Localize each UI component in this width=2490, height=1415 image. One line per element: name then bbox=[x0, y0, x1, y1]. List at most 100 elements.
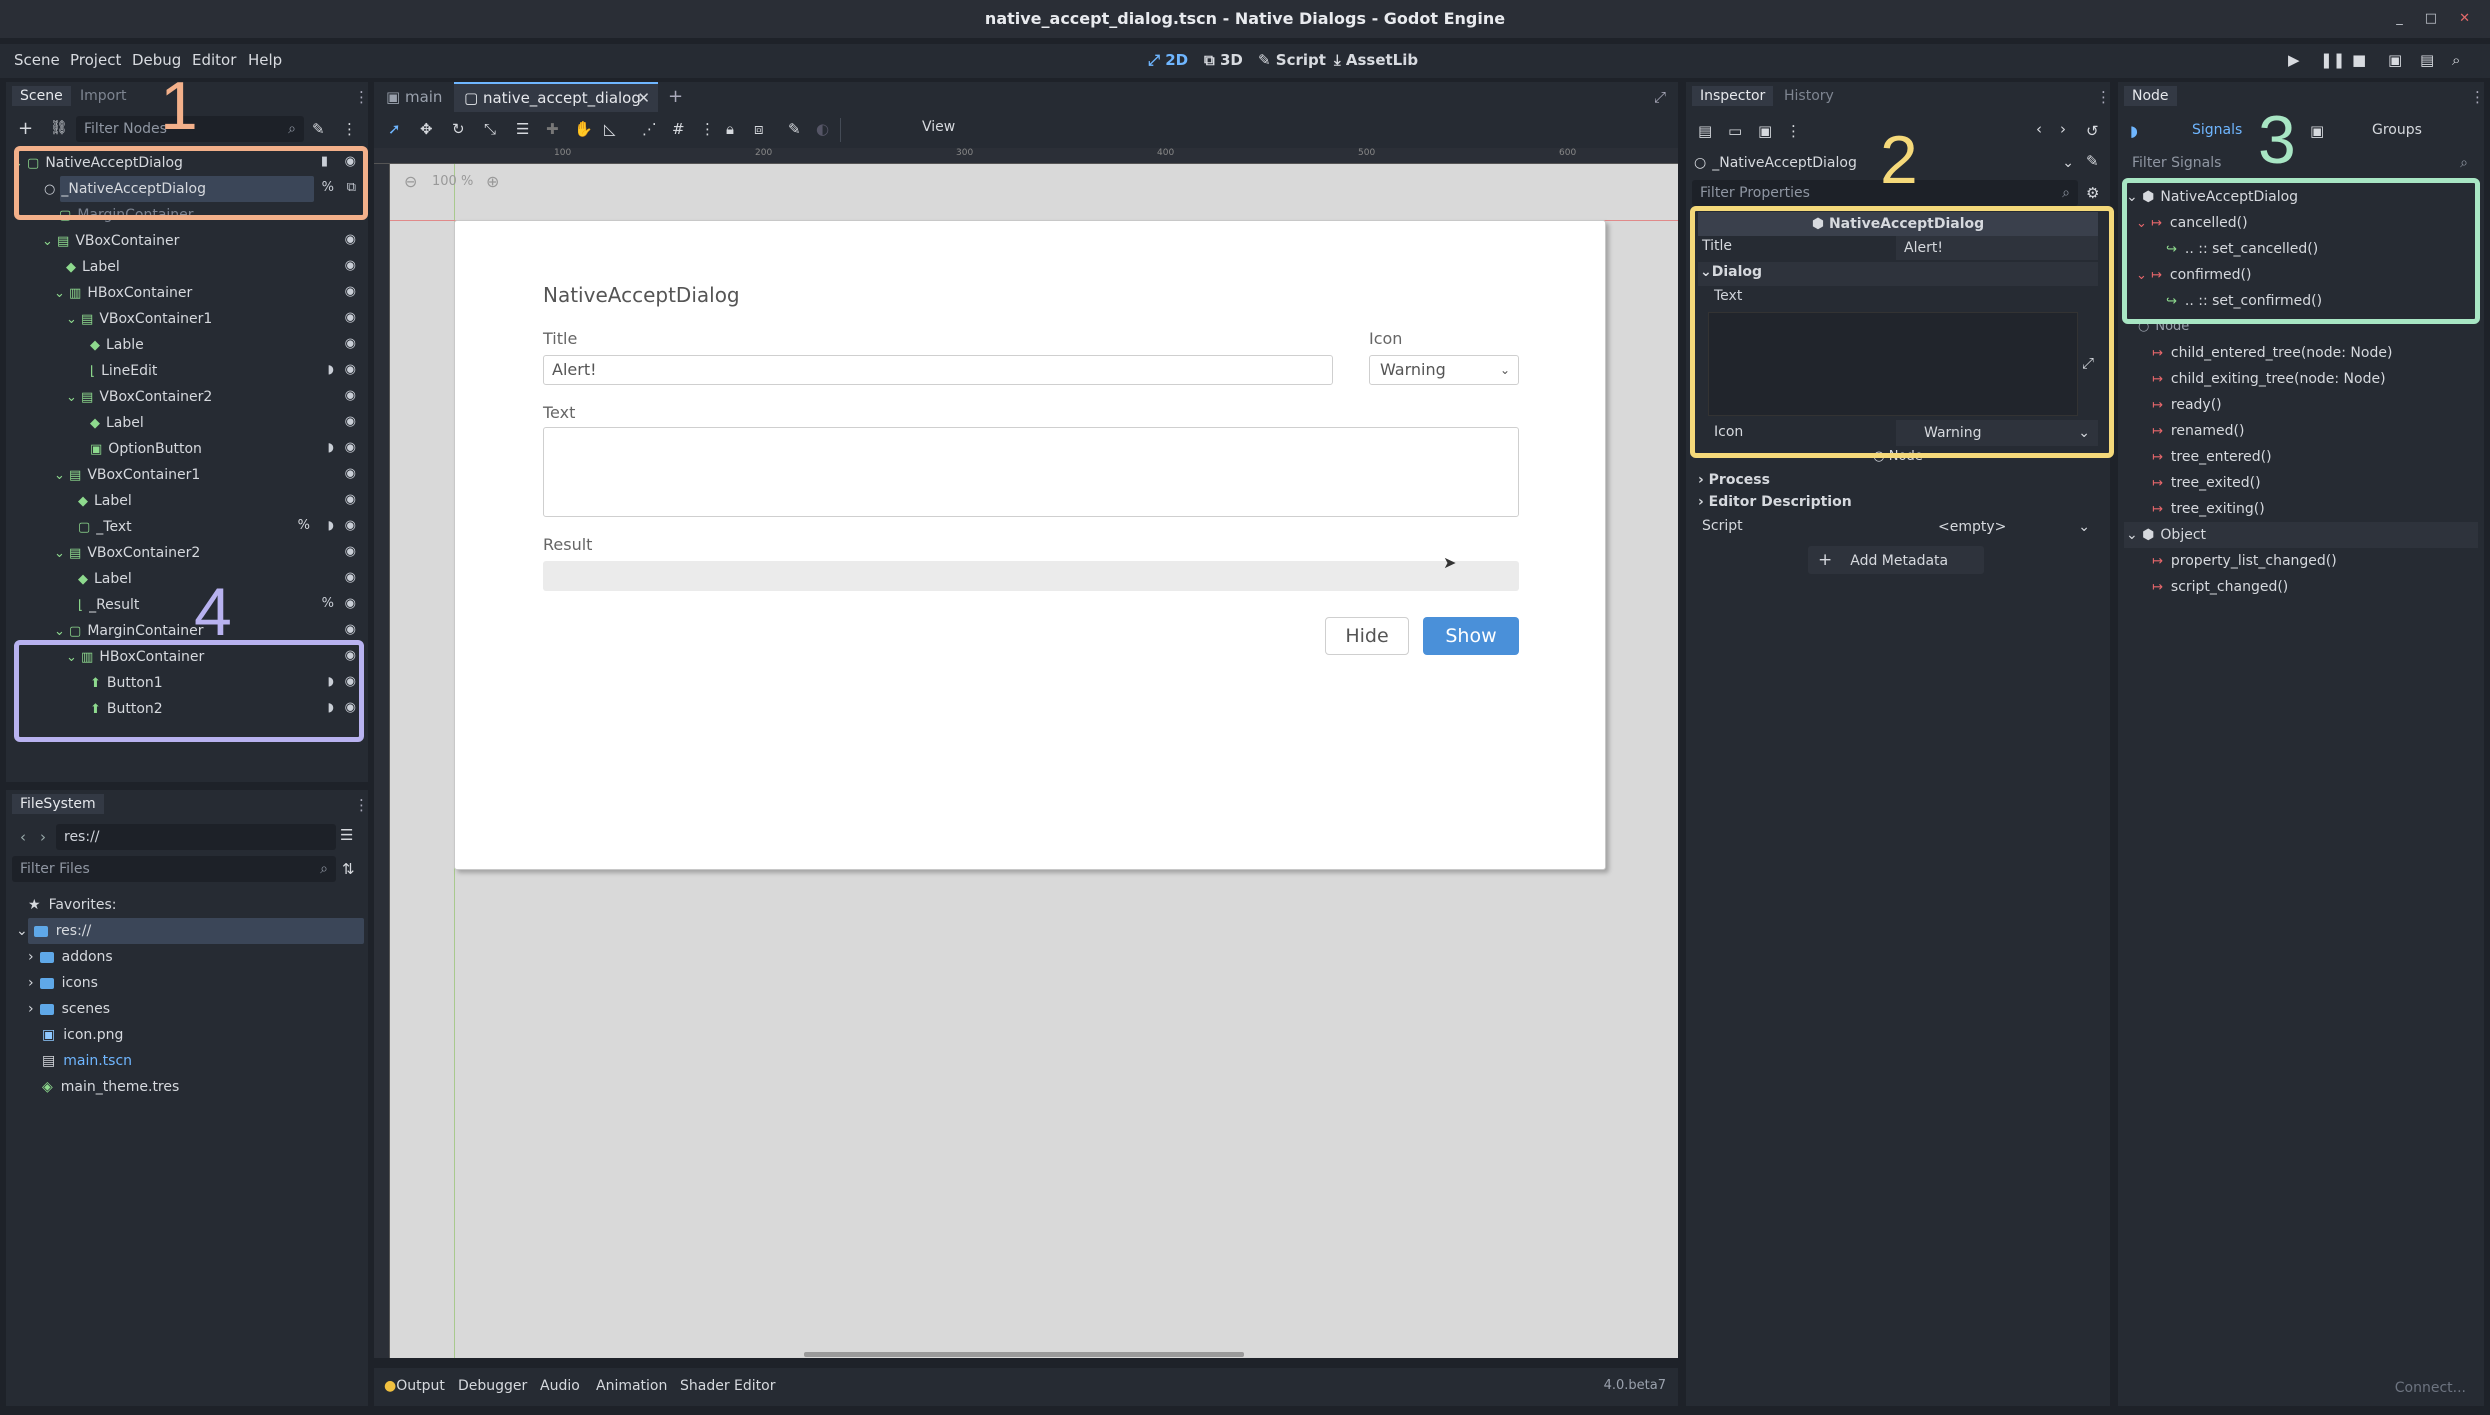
sort-icon[interactable]: ⇅ bbox=[342, 860, 355, 878]
dock-menu-icon[interactable]: ⋮ bbox=[2470, 88, 2485, 106]
tree-node[interactable]: ◆ Label bbox=[78, 566, 132, 592]
visibility-icon[interactable]: ◉ bbox=[345, 258, 356, 273]
file-item[interactable]: ▤ main.tscn bbox=[42, 1048, 132, 1074]
tree-node[interactable]: ⌄ ▤ VBoxContainer2 bbox=[54, 540, 200, 566]
icon-select[interactable]: Warning ⌄ bbox=[1369, 355, 1519, 385]
tab-signals[interactable]: Signals bbox=[2192, 122, 2242, 138]
tree-node[interactable]: ⌄ ▤ VBoxContainer2 bbox=[66, 384, 212, 410]
tab-audio[interactable]: Audio bbox=[540, 1378, 580, 1394]
signal-item[interactable]: ↦ child_exiting_tree(node: Node) bbox=[2152, 366, 2386, 392]
visibility-icon[interactable]: ◉ bbox=[345, 336, 356, 351]
tab-node[interactable]: Node bbox=[2124, 86, 2177, 106]
pause-icon[interactable]: ❚❚ bbox=[2320, 51, 2345, 69]
tree-node[interactable]: ⌄ ▥ HBoxContainer bbox=[54, 280, 192, 306]
signal-icon[interactable]: ◗ bbox=[328, 362, 334, 376]
tab-history[interactable]: History bbox=[1776, 86, 1842, 106]
filter-files-input[interactable]: Filter Files ⌕ bbox=[12, 856, 336, 882]
play-custom-scene-icon[interactable]: ▤ bbox=[2420, 51, 2434, 69]
hide-button[interactable]: Hide bbox=[1325, 617, 1409, 655]
connect-button[interactable]: Connect... bbox=[2395, 1380, 2466, 1396]
menu-project[interactable]: Project bbox=[70, 51, 121, 69]
menu-editor[interactable]: Editor bbox=[192, 51, 236, 69]
dock-menu-icon[interactable]: ⋮ bbox=[2096, 88, 2111, 106]
list-select-icon[interactable]: ☰ bbox=[516, 120, 529, 138]
add-metadata-button[interactable]: + Add Metadata bbox=[1808, 546, 1984, 574]
signal-item[interactable]: ↦ property_list_changed() bbox=[2152, 548, 2337, 574]
horizontal-scrollbar[interactable] bbox=[804, 1352, 1244, 1357]
new-resource-icon[interactable]: ▤ bbox=[1698, 122, 1712, 140]
tree-node[interactable]: ◆ Label bbox=[78, 488, 132, 514]
folder-item[interactable]: › addons bbox=[28, 944, 113, 970]
layout-toggle-icon[interactable]: ☰ bbox=[340, 826, 353, 844]
editor-tab-active[interactable]: ▢ native_accept_dialog ✕ bbox=[454, 82, 658, 112]
signal-icon[interactable]: ◗ bbox=[328, 518, 334, 532]
object-history-icon[interactable]: ↺ bbox=[2086, 122, 2099, 140]
visibility-icon[interactable]: ◉ bbox=[345, 388, 356, 403]
save-resource-icon[interactable]: ▣ bbox=[1758, 122, 1772, 140]
visibility-icon[interactable]: ◉ bbox=[345, 466, 356, 481]
object-properties-icon[interactable]: ✎ bbox=[2086, 152, 2099, 170]
bone-icon[interactable]: ✎ bbox=[788, 120, 801, 138]
title-input[interactable]: Alert! bbox=[543, 355, 1333, 385]
stop-icon[interactable]: ■ bbox=[2352, 51, 2366, 69]
tree-node[interactable]: ◆ Label bbox=[90, 410, 144, 436]
text-area[interactable] bbox=[543, 427, 1519, 517]
play-icon[interactable]: ▶ bbox=[2288, 51, 2300, 69]
signal-item[interactable]: ↦ renamed() bbox=[2152, 418, 2244, 444]
signal-item[interactable]: ↦ tree_exited() bbox=[2152, 470, 2261, 496]
tree-node[interactable]: ⌄ ▤ VBoxContainer1 bbox=[54, 462, 200, 488]
snap-options-icon[interactable]: ⋮ bbox=[700, 120, 715, 138]
editor-description-section[interactable]: › Editor Description bbox=[1698, 494, 1852, 510]
rotate-tool-icon[interactable]: ↻ bbox=[452, 120, 465, 138]
script-field[interactable]: <empty> ⌄ bbox=[1896, 514, 2098, 540]
smart-snap-icon[interactable]: ⋰ bbox=[642, 120, 657, 138]
ruler-tool-icon[interactable]: ◺ bbox=[604, 120, 616, 138]
view-menu[interactable]: View bbox=[922, 119, 955, 135]
tree-node[interactable]: ▢ _Text bbox=[78, 514, 132, 540]
new-tab-icon[interactable]: + bbox=[668, 86, 683, 107]
scale-tool-icon[interactable]: ⤡ bbox=[484, 120, 496, 138]
dock-menu-icon[interactable]: ⋮ bbox=[354, 796, 369, 814]
minimize-button[interactable]: _ bbox=[2396, 0, 2403, 38]
editor-tab-main[interactable]: ▣ main bbox=[386, 88, 442, 106]
select-tool-icon[interactable]: ➚ bbox=[388, 120, 401, 138]
show-button[interactable]: Show bbox=[1423, 617, 1519, 655]
movie-maker-icon[interactable]: ⌕ bbox=[2452, 51, 2460, 69]
folder-item[interactable]: › scenes bbox=[28, 996, 110, 1022]
menu-debug[interactable]: Debug bbox=[132, 51, 181, 69]
maximize-button[interactable]: □ bbox=[2425, 0, 2437, 38]
zoom-in-icon[interactable]: ⊕ bbox=[486, 172, 499, 191]
group-icon[interactable]: ⧈ bbox=[754, 120, 764, 138]
tab-animation[interactable]: Animation bbox=[596, 1378, 667, 1394]
workspace-3d-button[interactable]: ⧉ 3D bbox=[1204, 51, 1243, 69]
scene-menu-icon[interactable]: ⋮ bbox=[342, 120, 357, 138]
favorites-item[interactable]: ★ Favorites: bbox=[28, 892, 117, 918]
tree-node[interactable]: ▣ OptionButton bbox=[90, 436, 202, 462]
link-icon[interactable]: ⛓ bbox=[50, 120, 68, 136]
grid-snap-icon[interactable]: # bbox=[672, 120, 685, 138]
history-back-icon[interactable]: ‹ bbox=[2036, 120, 2042, 138]
close-window-button[interactable]: ✕ bbox=[2459, 0, 2470, 38]
signal-item[interactable]: ↦ ready() bbox=[2152, 392, 2222, 418]
forward-icon[interactable]: › bbox=[40, 828, 46, 846]
signal-class-header[interactable]: ⌄ ⬢ Object bbox=[2126, 522, 2206, 548]
pivot-tool-icon[interactable]: ✚ bbox=[546, 120, 559, 138]
folder-item[interactable]: › icons bbox=[28, 970, 98, 996]
tree-node[interactable]: ⌊ LineEdit bbox=[90, 358, 157, 384]
visibility-icon[interactable]: ◉ bbox=[345, 518, 356, 533]
tab-groups[interactable]: Groups bbox=[2372, 122, 2422, 138]
tab-debugger[interactable]: Debugger bbox=[458, 1378, 527, 1394]
signal-icon[interactable]: ◗ bbox=[328, 440, 334, 454]
visibility-icon[interactable]: ◉ bbox=[345, 414, 356, 429]
process-section[interactable]: › Process bbox=[1698, 472, 1770, 488]
file-item[interactable]: ▣ icon.png bbox=[42, 1022, 123, 1048]
signal-item[interactable]: ↦ tree_exiting() bbox=[2152, 496, 2265, 522]
visibility-icon[interactable]: ◉ bbox=[345, 284, 356, 299]
visibility-icon[interactable]: ◉ bbox=[345, 232, 356, 247]
visibility-icon[interactable]: ◉ bbox=[345, 492, 356, 507]
tab-filesystem[interactable]: FileSystem bbox=[12, 794, 104, 814]
lock-icon[interactable]: 🔒︎ bbox=[726, 120, 734, 138]
dock-menu-icon[interactable]: ⋮ bbox=[354, 88, 369, 106]
visibility-icon[interactable]: ◉ bbox=[345, 570, 356, 585]
menu-help[interactable]: Help bbox=[248, 51, 282, 69]
